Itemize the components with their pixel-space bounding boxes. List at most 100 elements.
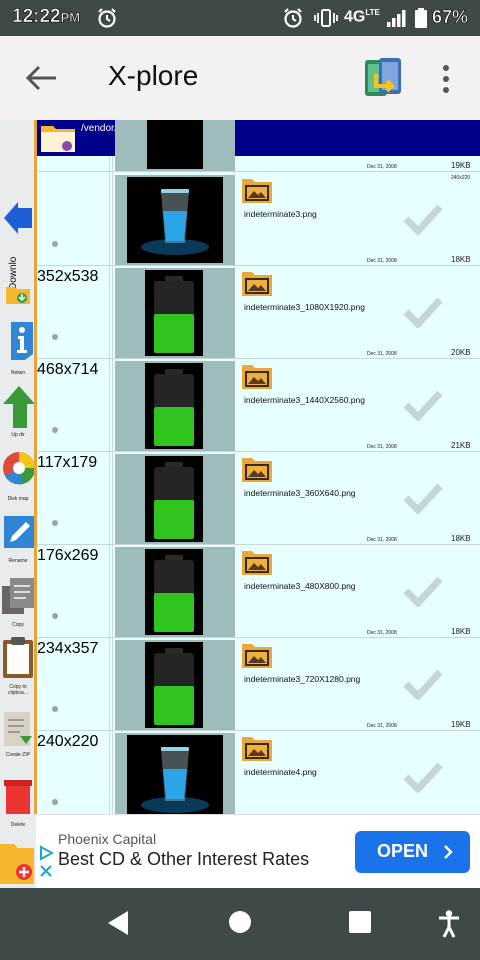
image-file-icon — [242, 644, 272, 668]
file-size: 19KB — [451, 161, 471, 170]
clipboard-icon — [3, 637, 33, 678]
tool-disk-map[interactable]: Disk map — [0, 448, 36, 502]
select-check-icon[interactable] — [403, 482, 443, 514]
file-row-partial[interactable]: Dec 31, 2008 19KB — [37, 120, 480, 172]
tool-label: Rename — [8, 558, 28, 564]
image-file-icon — [242, 458, 272, 482]
vibrate-icon — [314, 9, 338, 27]
select-check-icon[interactable] — [403, 668, 443, 700]
file-name: indeterminate3_1080X1920.png — [244, 302, 365, 312]
file-date: Dec 31, 2008 — [367, 537, 397, 543]
tool-copy-clipboard[interactable]: Copy to clipboa... — [0, 636, 36, 696]
select-check-icon[interactable] — [403, 203, 443, 235]
ad-open-button[interactable]: OPEN — [355, 831, 470, 873]
select-check-icon[interactable] — [403, 575, 443, 607]
ad-headline: Best CD & Other Interest Rates — [58, 849, 310, 869]
file-name: indeterminate3_720X1280.png — [244, 674, 361, 684]
file-name: indeterminate4.png — [244, 767, 317, 777]
file-name: indeterminate3_480X800.png — [244, 581, 356, 591]
new-folder-icon — [0, 844, 34, 884]
select-check-icon[interactable] — [403, 761, 443, 793]
pencil-icon — [4, 516, 34, 548]
system-nav-bar — [0, 888, 480, 960]
accessibility-icon[interactable] — [438, 910, 460, 938]
battery-thumbnail — [145, 456, 203, 542]
app-bar: X-plore — [0, 36, 480, 120]
signal-icon — [387, 10, 406, 27]
battery-thumbnail — [145, 642, 203, 728]
file-size: 18KB — [451, 255, 471, 264]
file-pane: /vendor/etc/res/images Dec 31, 2008 19KB… — [34, 120, 480, 814]
network-type: 4GLTE — [344, 8, 380, 26]
thumbnail — [147, 120, 203, 169]
nav-home-icon[interactable] — [228, 910, 252, 934]
select-check-icon[interactable] — [403, 296, 443, 328]
status-bar: 12:22PM 4GLTE 67% — [0, 0, 480, 36]
tool-label: Delete — [10, 822, 26, 828]
zip-icon — [4, 712, 32, 746]
info-icon — [11, 322, 33, 360]
close-icon[interactable] — [40, 865, 52, 877]
back-arrow-icon[interactable] — [24, 64, 58, 92]
battery-percent: 67% — [432, 7, 469, 28]
file-date: Dec 31, 2008 — [367, 444, 397, 450]
copy-icon — [2, 578, 34, 614]
file-size: 18KB — [451, 627, 471, 636]
tree-bullet — [52, 613, 58, 619]
glass-thumbnail — [127, 177, 223, 263]
tool-new-folder[interactable] — [0, 838, 36, 888]
screen: 12:22PM 4GLTE 67% X-plore Downlo Netwo U… — [0, 0, 480, 960]
tool-network[interactable]: Netwo — [0, 320, 36, 376]
tree-bullet — [52, 799, 58, 805]
select-check-icon[interactable] — [403, 389, 443, 421]
tool-create-zip[interactable]: Create ZIP — [0, 710, 36, 758]
tool-label: Copy to clipboa... — [7, 684, 28, 696]
file-size: 21KB — [451, 441, 471, 450]
alarm-icon — [98, 8, 116, 28]
image-file-icon — [242, 365, 272, 389]
file-row[interactable]: indeterminate3_720X1280.png Dec 31, 2008 1… — [37, 638, 480, 731]
file-row[interactable]: indeterminate4.png — [37, 731, 480, 814]
file-name: indeterminate3.png — [244, 209, 317, 219]
tool-copy[interactable]: Copy — [0, 576, 36, 628]
file-row[interactable]: indeterminate3_360X640.png Dec 31, 2008 18… — [37, 452, 480, 545]
status-time: 12:22PM — [12, 6, 81, 28]
file-name: indeterminate3_360X640.png — [244, 488, 356, 498]
battery-thumbnail — [145, 363, 203, 449]
file-date: Dec 31, 2008 — [367, 351, 397, 357]
file-size: 18KB — [451, 534, 471, 543]
tree-bullet — [52, 334, 58, 340]
file-row[interactable]: indeterminate3_480X800.png Dec 31, 2008 18… — [37, 545, 480, 638]
image-file-icon — [242, 737, 272, 761]
battery-icon — [415, 8, 427, 28]
nav-recents-icon[interactable] — [348, 910, 372, 934]
file-date: Dec 31, 2008 — [367, 630, 397, 636]
tree-bullet — [52, 706, 58, 712]
battery-thumbnail — [145, 549, 203, 635]
file-name: indeterminate3_1440X2560.png — [244, 395, 365, 405]
ad-advertiser: Phoenix Capital — [58, 831, 157, 847]
tool-up-dir[interactable]: Up dir — [0, 384, 36, 438]
image-file-icon — [242, 551, 272, 575]
file-row[interactable]: indeterminate3_1080X1920.png Dec 31, 2008… — [37, 266, 480, 359]
tree-bullet — [52, 427, 58, 433]
tool-label: Create ZIP — [5, 752, 31, 758]
nav-back-icon[interactable] — [106, 910, 130, 936]
tool-label: Disk map — [7, 496, 29, 502]
tool-strip: Downlo Netwo Up dir Disk map Rename Copy… — [0, 120, 36, 888]
app-title: X-plore — [108, 60, 199, 91]
tool-label: Copy — [12, 622, 24, 628]
ad-open-label: OPEN — [377, 841, 429, 861]
image-file-icon — [242, 272, 272, 296]
dual-pane-icon[interactable] — [362, 56, 404, 100]
file-row[interactable]: indeterminate3_1440X2560.png Dec 31, 2008… — [37, 359, 480, 452]
download-label: Downlo — [8, 256, 19, 290]
download-folder-icon[interactable] — [6, 284, 30, 304]
tool-delete[interactable]: Delete — [0, 776, 36, 828]
ad-banner[interactable]: Phoenix Capital Best CD & Other Interest… — [36, 814, 480, 888]
file-list: Dec 31, 2008 19KB 240x220 indeterminate3… — [37, 120, 480, 814]
adchoices-icon[interactable] — [38, 845, 54, 861]
overflow-menu-icon[interactable] — [440, 64, 452, 94]
file-row[interactable]: indeterminate3.png Dec 31, 2008 18KB — [37, 173, 480, 266]
tool-rename[interactable]: Rename — [0, 512, 36, 564]
